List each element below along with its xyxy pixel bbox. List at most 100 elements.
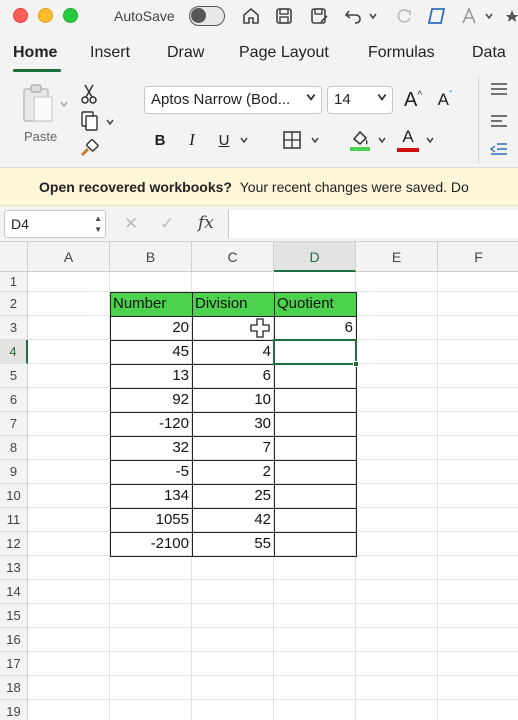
name-box[interactable]: D4 ▲ ▼ — [4, 210, 106, 238]
borders-icon[interactable] — [281, 129, 303, 151]
shape-icon[interactable] — [425, 5, 447, 27]
column-header-d[interactable]: D — [274, 242, 356, 272]
confirm-formula-icon[interactable]: ✓ — [160, 214, 174, 234]
undo-icon[interactable] — [342, 5, 364, 27]
cell-border — [192, 460, 275, 485]
select-all-corner[interactable] — [0, 242, 28, 272]
font-name-dropdown[interactable]: Aptos Narrow (Bod... — [144, 86, 322, 114]
row-header-8[interactable]: 8 — [0, 436, 28, 460]
open-recovered-workbooks-link[interactable]: Open recovered workbooks? — [39, 179, 232, 195]
row-header-9[interactable]: 9 — [0, 460, 28, 484]
row-header-3[interactable]: 3 — [0, 316, 28, 340]
gridline-column — [437, 272, 438, 720]
font-color-swatch — [397, 148, 419, 152]
save-as-icon[interactable] — [308, 5, 330, 27]
tab-draw[interactable]: Draw — [167, 44, 204, 62]
fill-handle[interactable] — [353, 361, 359, 367]
row-header-19[interactable]: 19 — [0, 700, 28, 720]
text-effects-chevron-down-icon[interactable] — [482, 5, 496, 27]
decrease-font-size-label: A — [437, 90, 449, 109]
paste-chevron-down-icon[interactable] — [58, 98, 70, 110]
underline-chevron-down-icon[interactable] — [238, 134, 250, 146]
fill-color-icon[interactable] — [348, 126, 372, 154]
row-header-15[interactable]: 15 — [0, 604, 28, 628]
row-header-2[interactable]: 2 — [0, 292, 28, 316]
undo-chevron-down-icon[interactable] — [366, 5, 380, 27]
ribbon: Paste Aptos Narrow (Bod... 14 A ^ Aˇ B I … — [0, 72, 518, 168]
column-header-c[interactable]: C — [192, 242, 274, 272]
cell-border — [110, 532, 193, 557]
redo-icon[interactable] — [393, 5, 415, 27]
align-top-icon[interactable] — [488, 80, 510, 98]
increase-font-size-label: A — [403, 88, 418, 111]
cell-border — [110, 292, 193, 317]
row-header-12[interactable]: 12 — [0, 532, 28, 556]
increase-font-size-button[interactable]: A ^ — [400, 86, 426, 114]
italic-button[interactable]: I — [182, 128, 202, 152]
fill-color-chevron-down-icon[interactable] — [376, 134, 388, 146]
tab-data[interactable]: Data — [472, 44, 506, 62]
paste-button[interactable] — [18, 82, 58, 126]
row-header-5[interactable]: 5 — [0, 364, 28, 388]
name-box-stepper-icon[interactable]: ▲ ▼ — [94, 213, 102, 235]
row-header-6[interactable]: 6 — [0, 388, 28, 412]
decrease-font-size-button[interactable]: Aˇ — [432, 86, 458, 114]
row-header-18[interactable]: 18 — [0, 676, 28, 700]
close-window-button[interactable] — [13, 8, 28, 23]
title-bar: AutoSave — [0, 0, 518, 34]
tab-home[interactable]: Home — [13, 44, 57, 62]
cell-border — [274, 316, 357, 341]
font-size-dropdown[interactable]: 14 — [327, 86, 393, 114]
name-box-value: D4 — [11, 216, 29, 232]
copy-icon[interactable] — [78, 109, 100, 133]
row-header-17[interactable]: 17 — [0, 652, 28, 676]
cell-border — [192, 484, 275, 509]
font-color-chevron-down-icon[interactable] — [424, 134, 436, 146]
row-header-11[interactable]: 11 — [0, 508, 28, 532]
row-header-16[interactable]: 16 — [0, 628, 28, 652]
save-icon[interactable] — [273, 5, 295, 27]
copy-chevron-down-icon[interactable] — [104, 116, 116, 128]
ribbon-tabs: Home Insert Draw Page Layout Formulas Da… — [0, 34, 518, 72]
cancel-formula-icon[interactable]: ✕ — [124, 214, 138, 234]
tab-formulas[interactable]: Formulas — [368, 44, 435, 62]
row-header-1[interactable]: 1 — [0, 272, 28, 292]
font-color-button[interactable]: A — [396, 126, 420, 154]
cell-border — [110, 388, 193, 413]
formula-input[interactable] — [228, 210, 518, 238]
column-header-f[interactable]: F — [438, 242, 518, 272]
column-header-a[interactable]: A — [28, 242, 110, 272]
row-header-13[interactable]: 13 — [0, 556, 28, 580]
tab-page-layout[interactable]: Page Layout — [239, 44, 329, 62]
cell-border — [274, 460, 357, 485]
cell-border — [192, 412, 275, 437]
minimize-window-button[interactable] — [38, 8, 53, 23]
cell-border — [192, 388, 275, 413]
underline-button[interactable]: U — [214, 128, 234, 152]
bold-button[interactable]: B — [150, 128, 170, 152]
star-icon[interactable] — [506, 5, 518, 27]
home-icon[interactable] — [240, 5, 262, 27]
cell-border — [110, 436, 193, 461]
text-effects-icon[interactable] — [458, 5, 480, 27]
row-header-10[interactable]: 10 — [0, 484, 28, 508]
decrease-indent-icon[interactable] — [488, 140, 510, 158]
tab-insert[interactable]: Insert — [90, 44, 130, 62]
row-header-14[interactable]: 14 — [0, 580, 28, 604]
insert-function-button[interactable]: fx — [198, 213, 214, 233]
column-header-e[interactable]: E — [356, 242, 438, 272]
borders-chevron-down-icon[interactable] — [309, 134, 321, 146]
cell-border — [192, 508, 275, 533]
spreadsheet-grid[interactable]: ABCDEF1234567891011121314151617181920Num… — [0, 242, 518, 720]
align-left-icon[interactable] — [488, 112, 510, 130]
zoom-window-button[interactable] — [63, 8, 78, 23]
cell-border — [274, 364, 357, 389]
row-header-7[interactable]: 7 — [0, 412, 28, 436]
column-header-b[interactable]: B — [110, 242, 192, 272]
row-header-4[interactable]: 4 — [0, 340, 28, 364]
caret-up-icon: ^ — [417, 89, 423, 101]
caret-down-icon: ˇ — [449, 89, 453, 101]
format-painter-icon[interactable] — [78, 136, 100, 160]
cut-icon[interactable] — [78, 82, 100, 106]
autosave-toggle[interactable] — [189, 6, 225, 26]
